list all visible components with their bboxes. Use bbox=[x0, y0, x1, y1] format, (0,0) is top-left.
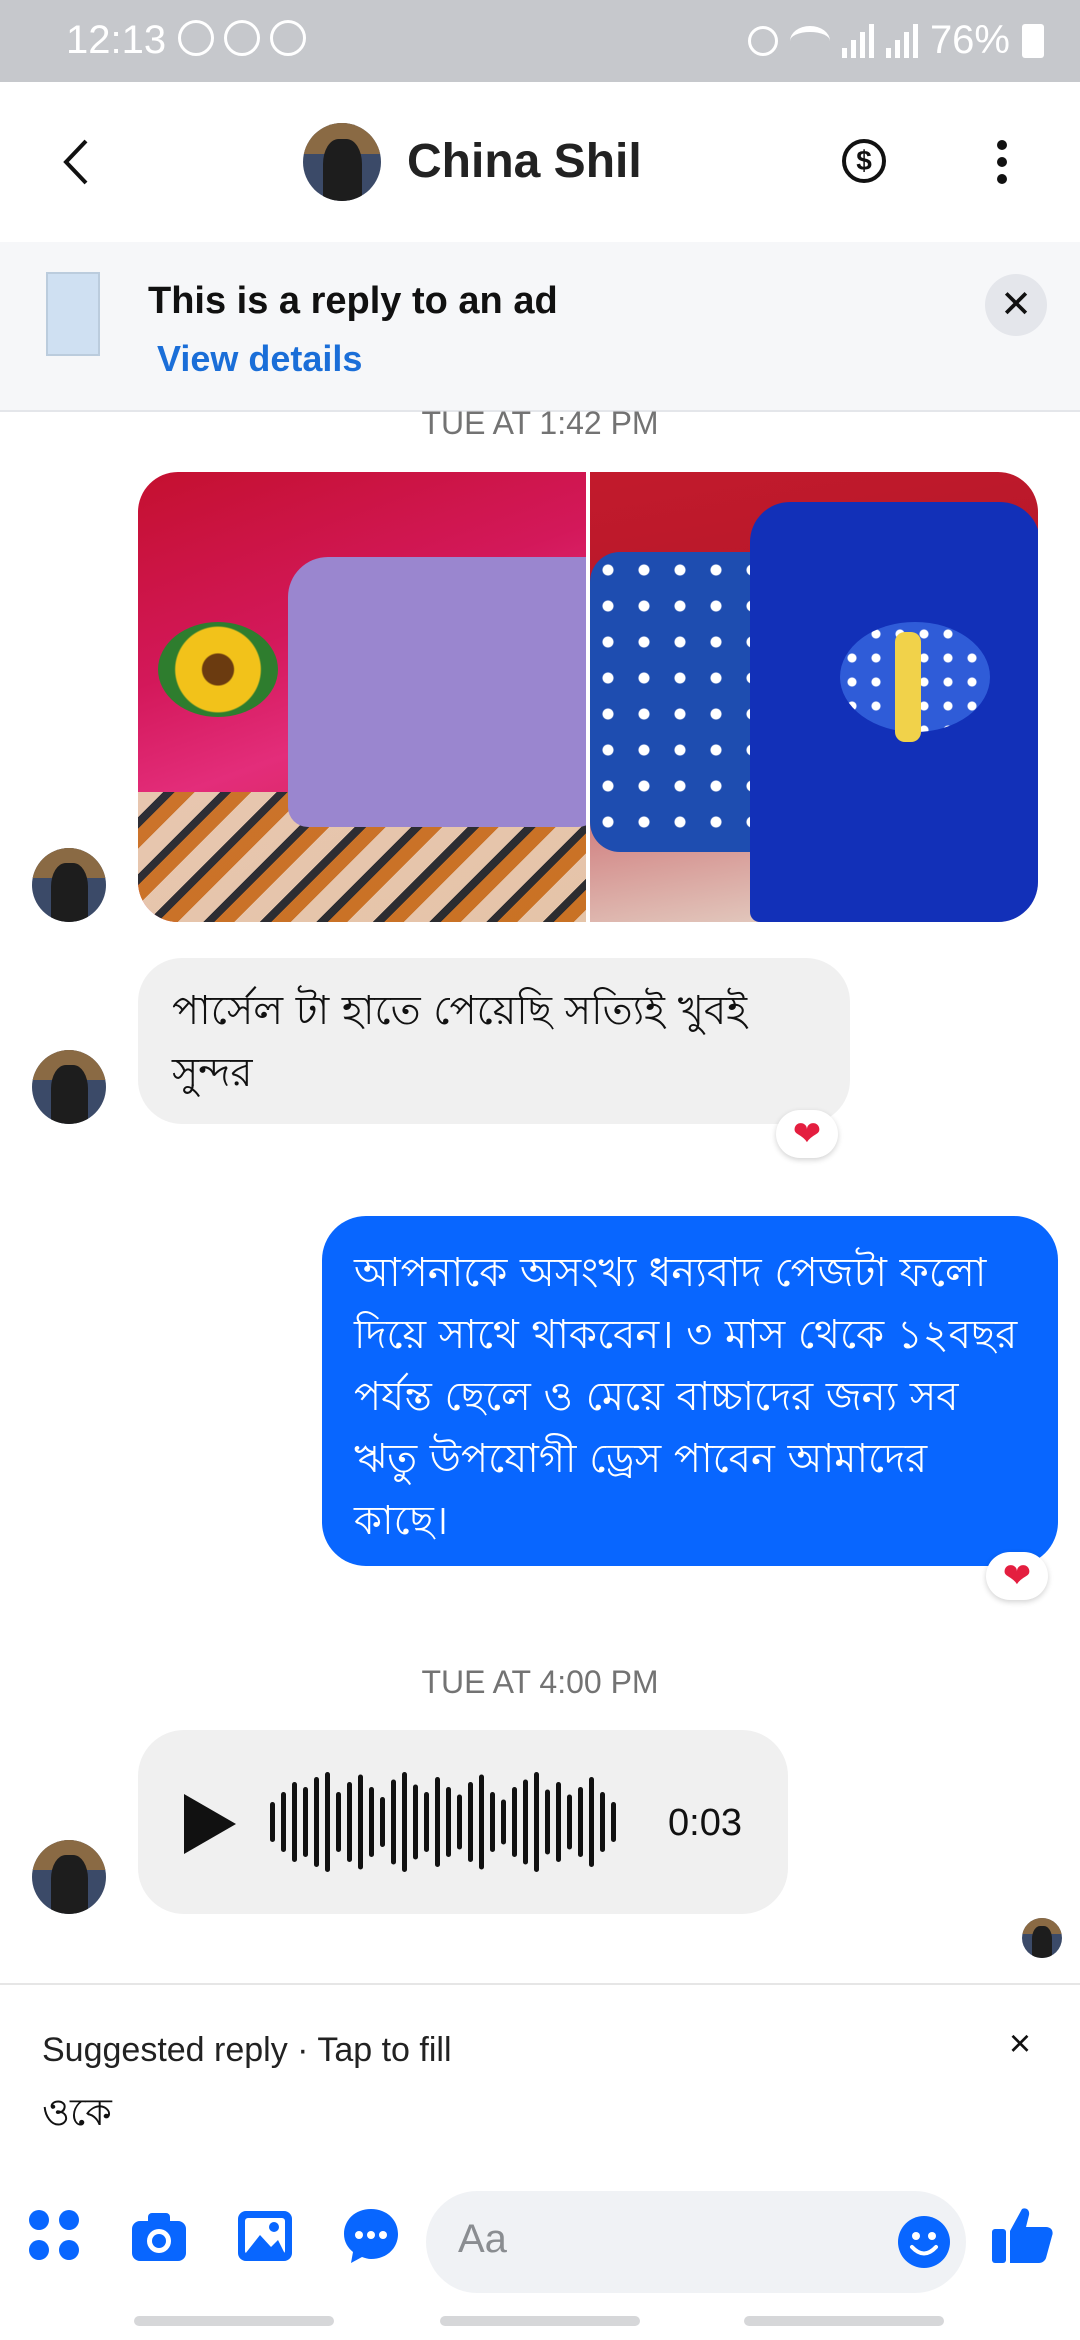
waveform-bar bbox=[314, 1777, 319, 1867]
photo-purple-pants[interactable] bbox=[138, 472, 586, 922]
contact-name[interactable]: China Shil bbox=[407, 134, 642, 189]
message-text: আপনাকে অসংখ্য ধন্যবাদ পেজটা ফলো দিয়ে সা… bbox=[354, 1250, 1018, 1544]
waveform-bar bbox=[479, 1774, 484, 1870]
waveform-bar bbox=[424, 1792, 429, 1852]
waveform-bar bbox=[369, 1787, 374, 1857]
emoji-icon[interactable] bbox=[896, 2214, 952, 2270]
system-navigation-bar bbox=[0, 2316, 1080, 2340]
waveform-bar bbox=[534, 1772, 539, 1872]
message-timestamp: TUE AT 1:42 PM bbox=[421, 405, 659, 441]
waveform-bar bbox=[446, 1787, 451, 1857]
message-input-placeholder: Aa bbox=[458, 2217, 507, 2261]
waveform-bar bbox=[512, 1787, 517, 1857]
ad-thumbnail[interactable] bbox=[46, 272, 100, 356]
status-bar: 12:13 76% bbox=[0, 0, 1080, 82]
message-text: পার্সেল টা হাতে পেয়েছি সত্যিই খুবই সুন্… bbox=[172, 988, 748, 1096]
waveform-bar bbox=[336, 1792, 341, 1852]
suggested-reply-chip[interactable]: ওকে bbox=[42, 2083, 112, 2147]
heart-reaction-icon[interactable]: ❤ bbox=[986, 1552, 1048, 1600]
facebook-notification-icon bbox=[178, 20, 214, 56]
apps-icon[interactable] bbox=[24, 2205, 86, 2267]
notification-icons bbox=[178, 20, 306, 56]
waveform-bar bbox=[523, 1779, 528, 1865]
waveform-bar bbox=[413, 1784, 418, 1860]
waveform-bar bbox=[501, 1799, 506, 1845]
system-icons: 76% bbox=[747, 18, 1044, 63]
waveform-bar bbox=[281, 1792, 286, 1852]
close-icon[interactable]: ✕ bbox=[985, 274, 1047, 336]
contact-avatar[interactable] bbox=[303, 123, 381, 201]
voice-message: 0:03 bbox=[138, 1730, 788, 1914]
waveform-bar bbox=[556, 1782, 561, 1862]
signal-icon bbox=[841, 23, 874, 58]
heart-reaction-icon[interactable]: ❤ bbox=[776, 1110, 838, 1158]
suggested-reply-panel: Suggested reply · Tap to fill ওকে × bbox=[0, 1983, 1080, 2163]
battery-icon bbox=[1022, 23, 1044, 58]
waveform-bar bbox=[347, 1782, 352, 1862]
waveform-bar bbox=[589, 1777, 594, 1867]
wifi-icon bbox=[789, 25, 830, 56]
alarm-icon bbox=[747, 25, 778, 56]
waveform-bar bbox=[402, 1772, 407, 1872]
close-icon[interactable]: × bbox=[1000, 2019, 1040, 2069]
back-button[interactable] bbox=[744, 2316, 944, 2326]
signal-icon-2 bbox=[885, 23, 918, 58]
waveform-bar bbox=[303, 1787, 308, 1857]
waveform-bar bbox=[490, 1792, 495, 1852]
seen-receipt-avatar bbox=[1022, 1918, 1062, 1958]
chat-bubble-icon[interactable] bbox=[340, 2205, 402, 2267]
waveform-bar bbox=[435, 1777, 440, 1867]
waveform-bar bbox=[567, 1794, 572, 1850]
back-icon[interactable] bbox=[58, 137, 94, 187]
gallery-icon[interactable] bbox=[234, 2205, 296, 2267]
message-input[interactable]: Aa bbox=[426, 2191, 966, 2293]
sender-avatar[interactable] bbox=[32, 848, 106, 922]
waveform-bar bbox=[600, 1792, 605, 1852]
ad-reply-banner: This is a reply to an ad View details ✕ bbox=[0, 242, 1080, 412]
waveform-bar bbox=[270, 1802, 275, 1842]
status-time: 12:13 bbox=[66, 18, 167, 62]
dollar-icon[interactable]: $ bbox=[842, 139, 886, 183]
waveform-bar bbox=[391, 1779, 396, 1865]
waveform-bar bbox=[468, 1782, 473, 1862]
voice-duration: 0:03 bbox=[668, 1802, 742, 1844]
recent-apps-button[interactable] bbox=[134, 2316, 334, 2326]
waveform-icon bbox=[270, 1772, 616, 1872]
view-details-link[interactable]: View details bbox=[157, 338, 362, 380]
play-icon[interactable] bbox=[184, 1794, 236, 1854]
chat-header: China Shil $ bbox=[0, 82, 1080, 242]
like-icon[interactable] bbox=[988, 2201, 1056, 2269]
camera-icon[interactable] bbox=[128, 2205, 190, 2267]
waveform-bar bbox=[380, 1797, 385, 1847]
waveform-bar bbox=[578, 1787, 583, 1857]
waveform-bar bbox=[457, 1794, 462, 1850]
missed-call-icon bbox=[224, 20, 260, 56]
photo-attachments bbox=[138, 472, 1038, 922]
photo-blue-dress[interactable] bbox=[590, 472, 1038, 922]
suggested-reply-label: Suggested reply · Tap to fill bbox=[42, 2031, 452, 2069]
sender-avatar[interactable] bbox=[32, 1840, 106, 1914]
waveform-bar bbox=[545, 1789, 550, 1855]
sync-icon bbox=[270, 20, 306, 56]
sender-avatar[interactable] bbox=[32, 1050, 106, 1124]
home-button[interactable] bbox=[440, 2316, 640, 2326]
incoming-message-bubble[interactable]: পার্সেল টা হাতে পেয়েছি সত্যিই খুবই সুন্… bbox=[138, 958, 850, 1124]
message-timestamp: TUE AT 4:00 PM bbox=[421, 1664, 659, 1700]
battery-percent: 76% bbox=[929, 18, 1010, 62]
ad-banner-title: This is a reply to an ad bbox=[148, 280, 558, 322]
outgoing-message-bubble[interactable]: আপনাকে অসংখ্য ধন্যবাদ পেজটা ফলো দিয়ে সা… bbox=[322, 1216, 1058, 1566]
waveform-bar bbox=[358, 1774, 363, 1870]
message-composer: Aa bbox=[0, 2163, 1080, 2340]
waveform-bar bbox=[325, 1772, 330, 1872]
waveform-bar bbox=[611, 1802, 616, 1842]
more-icon[interactable] bbox=[995, 140, 1009, 184]
waveform-bar bbox=[292, 1782, 297, 1862]
